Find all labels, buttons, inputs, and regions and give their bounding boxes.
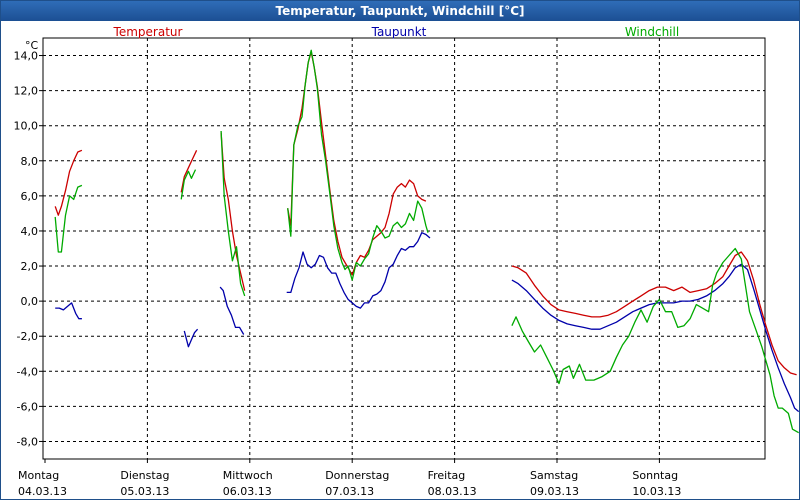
y-tick-label: -6,0 [17,400,38,413]
x-tick-date: 04.03.13 [18,485,67,498]
x-tick-date: 08.03.13 [428,485,477,498]
y-tick-label: -8,0 [17,435,38,448]
y-tick-label: -4,0 [17,365,38,378]
y-axis-unit: °C [25,39,39,52]
legend-label-windchill: Windchill [625,25,679,39]
x-tick-date: 09.03.13 [530,485,579,498]
x-tick-date: 10.03.13 [632,485,681,498]
y-tick-label: 2,0 [21,260,39,273]
plot-area [42,37,766,460]
y-tick-label: 8,0 [21,155,39,168]
y-axis: 14,012,010,08,06,04,02,00,0-2,0-4,0-6,0-… [14,39,43,448]
x-tick-date: 05.03.13 [120,485,169,498]
x-tick-date: 06.03.13 [223,485,272,498]
y-tick-label: 12,0 [14,85,39,98]
x-tick-day: Samstag [530,469,578,482]
x-tick-day: Freitag [428,469,466,482]
x-tick-date: 07.03.13 [325,485,374,498]
legend: Temperatur Taupunkt Windchill [113,25,680,39]
y-tick-label: 10,0 [14,120,39,133]
legend-label-temperatur: Temperatur [113,25,183,39]
legend-label-taupunkt: Taupunkt [371,25,427,39]
y-tick-label: -2,0 [17,330,38,343]
x-tick-day: Mittwoch [223,469,273,482]
x-tick-day: Sonntag [632,469,678,482]
y-tick-label: 4,0 [21,225,39,238]
line-chart: 14,012,010,08,06,04,02,00,0-2,0-4,0-6,0-… [14,25,800,498]
x-tick-day: Donnerstag [325,469,389,482]
x-axis: Montag 04.03.13 Dienstag 05.03.13 Mittwoch 06… [18,459,681,498]
x-tick-day: Dienstag [120,469,169,482]
y-tick-label: 6,0 [21,190,39,203]
x-tick-day: Montag [18,469,59,482]
y-tick-label: 0,0 [21,295,39,308]
